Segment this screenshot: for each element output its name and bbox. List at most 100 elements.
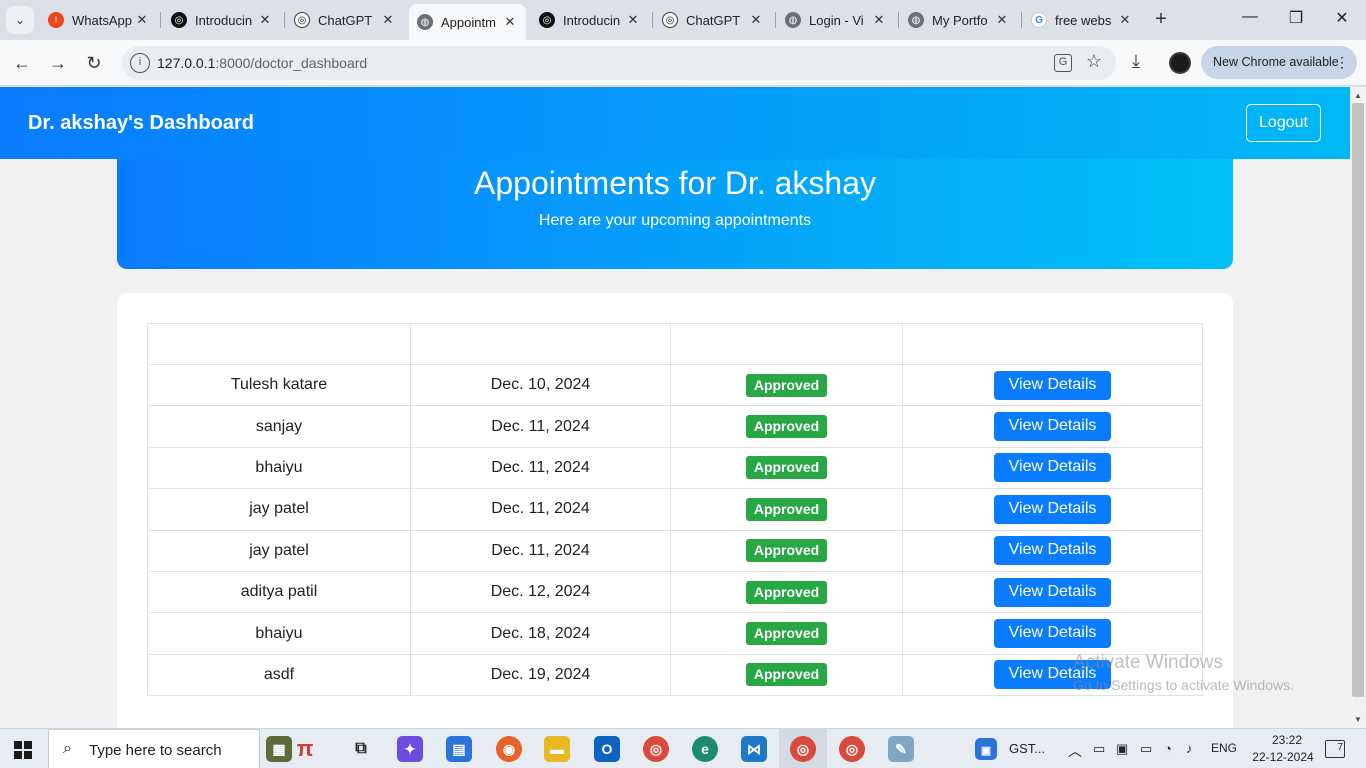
tab-whatsapp[interactable]: ! WhatsApp ✕ — [40, 4, 158, 36]
close-icon[interactable]: ✕ — [380, 12, 396, 28]
appointment-date: Dec. 12, 2024 — [410, 570, 671, 614]
copilot-icon[interactable]: ✦ — [397, 736, 423, 762]
close-icon[interactable]: ✕ — [134, 12, 150, 28]
close-icon[interactable]: ✕ — [994, 12, 1010, 28]
microsoft-store-icon[interactable]: ▤ — [446, 736, 472, 762]
windows-start-icon[interactable] — [14, 741, 32, 759]
status-badge: Approved — [745, 539, 828, 563]
language-indicator[interactable]: ENG — [1211, 741, 1237, 755]
wifi-icon[interactable]: ◔ — [1164, 741, 1172, 756]
scroll-down-arrow-icon[interactable]: ▼ — [1354, 715, 1362, 724]
patient-name: jay patel — [147, 529, 411, 572]
page-scrollbar[interactable]: ▲ ▼ — [1350, 87, 1366, 728]
notification-center-icon[interactable]: 7 — [1325, 740, 1345, 758]
window-close-button[interactable]: ✕ — [1322, 8, 1362, 28]
view-details-button[interactable]: View Details — [993, 412, 1112, 442]
back-button[interactable]: ← — [10, 51, 34, 75]
scroll-up-arrow-icon[interactable]: ▲ — [1354, 91, 1362, 100]
translate-icon[interactable]: G — [1054, 54, 1072, 72]
action-cell: View Details — [902, 405, 1203, 448]
close-icon[interactable]: ✕ — [871, 12, 887, 28]
tab-login[interactable]: ◍ Login - Vi ✕ — [777, 4, 895, 36]
view-details-button[interactable]: View Details — [993, 577, 1112, 607]
clock-time[interactable]: 23:22 — [1262, 733, 1312, 747]
tab-free-website[interactable]: G free webs ✕ — [1023, 4, 1141, 36]
file-explorer-icon[interactable]: ▬ — [544, 736, 570, 762]
tab-appointments[interactable]: ◍ Appointm ✕ — [409, 4, 526, 40]
new-chrome-available-button[interactable]: New Chrome available ⋮ — [1201, 46, 1357, 79]
logout-button[interactable]: Logout — [1246, 104, 1321, 142]
globe-icon: ◍ — [908, 12, 924, 28]
close-icon[interactable]: ✕ — [502, 14, 518, 30]
view-details-button[interactable]: View Details — [993, 494, 1112, 524]
view-details-button[interactable]: View Details — [993, 370, 1112, 400]
tab-divider — [160, 12, 161, 28]
activate-windows-hint: Go to Settings to activate Windows. — [1073, 677, 1294, 693]
volume-icon[interactable]: ♪ — [1186, 741, 1193, 756]
search-icon: ⌕ — [63, 740, 72, 757]
tab-chatgpt-2[interactable]: ◎ ChatGPT ✕ — [654, 4, 772, 36]
outlook-icon[interactable]: O — [594, 736, 620, 762]
close-icon[interactable]: ✕ — [1117, 12, 1133, 28]
activate-windows-title: Activate Windows — [1073, 652, 1223, 673]
clock-date[interactable]: 22-12-2024 — [1248, 750, 1318, 764]
windows-taskbar: ⌕ Type here to search ▦ π ⧉ ✦ ▤ ◉ ▬ O ◎ … — [0, 728, 1366, 768]
math-input-app-icon[interactable]: π — [292, 736, 318, 762]
download-icon[interactable]: ⤓ — [1132, 51, 1140, 72]
tab-divider — [652, 12, 653, 28]
patient-name: aditya patil — [147, 570, 411, 614]
taskbar-search-box[interactable]: ⌕ Type here to search — [48, 729, 260, 768]
tab-search-button[interactable]: ⌄ — [6, 6, 34, 34]
profile-avatar[interactable] — [1169, 52, 1191, 74]
openai-icon: ◎ — [294, 12, 310, 28]
restore-button[interactable]: ❐ — [1276, 8, 1316, 28]
status-cell: Approved — [670, 405, 903, 448]
view-details-button[interactable]: View Details — [993, 536, 1112, 566]
close-icon[interactable]: ✕ — [257, 12, 273, 28]
show-hidden-icons-chevron-icon[interactable]: ︿ — [1068, 741, 1082, 761]
chrome-alt-profile-icon[interactable]: ◎ — [839, 736, 865, 762]
close-icon[interactable]: ✕ — [625, 12, 641, 28]
url-text[interactable]: 127.0.0.1:8000/doctor_dashboard — [157, 55, 367, 71]
bookmark-star-icon[interactable]: ☆ — [1086, 51, 1102, 72]
reload-button[interactable]: ↻ — [82, 51, 106, 75]
firefox-icon[interactable]: ◉ — [496, 736, 522, 762]
action-cell: View Details — [902, 529, 1203, 572]
chrome-profile-icon[interactable]: ◎ — [790, 736, 816, 762]
forward-button[interactable]: → — [46, 51, 70, 75]
minimize-button[interactable]: — — [1230, 8, 1270, 26]
tray-display-icon[interactable]: ▣ — [1116, 741, 1128, 757]
new-tab-button[interactable]: + — [1150, 8, 1172, 30]
tab-introducing-1[interactable]: ◎ Introducin ✕ — [163, 4, 281, 36]
status-badge: Approved — [745, 373, 828, 397]
hero-title: Appointments for Dr. akshay — [474, 165, 876, 201]
tray-device-icon[interactable]: ▭ — [1093, 741, 1105, 757]
tab-portfolio[interactable]: ◍ My Portfo ✕ — [900, 4, 1018, 36]
view-details-button[interactable]: View Details — [993, 619, 1112, 649]
more-menu-icon[interactable]: ⋮ — [1335, 46, 1349, 79]
notepad-app-icon[interactable]: ✎ — [888, 736, 914, 762]
scrollbar-thumb[interactable] — [1352, 103, 1364, 697]
view-details-button[interactable]: View Details — [993, 453, 1112, 483]
patient-name: Tulesh katare — [147, 363, 411, 407]
calculator-app-icon[interactable]: ▦ — [266, 736, 292, 762]
gst-app-label[interactable]: GST... — [1009, 741, 1045, 756]
status-cell: Approved — [670, 653, 903, 697]
appointments-table: Tulesh katare Dec. 10, 2024 Approved Vie… — [147, 323, 1203, 697]
globe-icon: ◍ — [417, 14, 433, 30]
task-view-icon[interactable]: ⧉ — [348, 736, 374, 762]
tab-introducing-2[interactable]: ◎ Introducin ✕ — [531, 4, 649, 36]
table-row: jay patel Dec. 11, 2024 Approved View De… — [147, 488, 1203, 531]
site-info-icon[interactable]: i — [130, 53, 150, 73]
address-bar[interactable]: i 127.0.0.1:8000/doctor_dashboard G ☆ — [122, 46, 1116, 80]
close-icon[interactable]: ✕ — [748, 12, 764, 28]
edge-icon[interactable]: e — [692, 736, 718, 762]
battery-icon[interactable]: ▭ — [1140, 741, 1152, 757]
appointment-date: Dec. 11, 2024 — [410, 405, 671, 448]
hero-subtitle: Here are your upcoming appointments — [538, 212, 812, 229]
vscode-icon[interactable]: ⋈ — [741, 736, 767, 762]
appointment-date: Dec. 18, 2024 — [410, 612, 671, 655]
chrome-icon[interactable]: ◎ — [643, 736, 669, 762]
gst-app-icon[interactable]: ▣ — [975, 738, 997, 760]
tab-chatgpt-1[interactable]: ◎ ChatGPT ✕ — [286, 4, 404, 36]
